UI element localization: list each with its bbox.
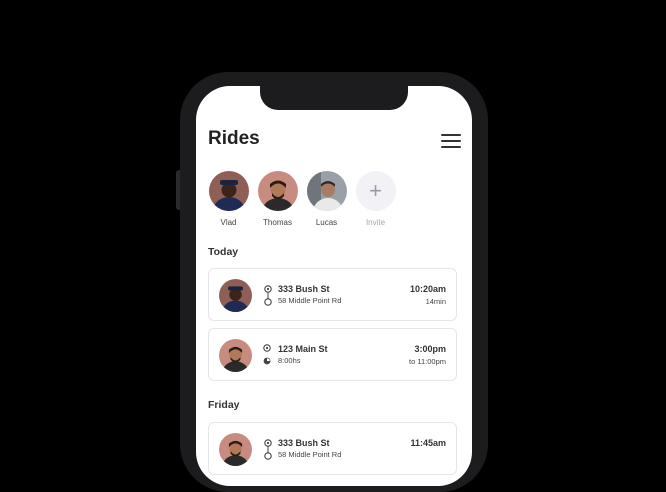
contacts-row: Vlad Thomas Lucas + Invite (208, 171, 396, 227)
route-icon (264, 285, 272, 306)
clock-icon (263, 357, 271, 365)
ride-destination: 58 Middle Point Rd (278, 450, 342, 459)
hamburger-menu-icon[interactable] (441, 134, 461, 148)
page-title: Rides (208, 128, 260, 149)
contact-thomas[interactable]: Thomas (257, 171, 298, 227)
ride-card[interactable]: 333 Bush St 58 Middle Point Rd 11:45am (208, 422, 457, 475)
phone-screen: Rides Vlad Thomas Lucas + Invite Today 3… (196, 86, 472, 486)
plus-icon[interactable]: + (355, 171, 396, 211)
location-icon (263, 344, 271, 352)
ride-duration: 14min (425, 297, 446, 306)
ride-address: 333 Bush St (278, 284, 330, 294)
avatar (306, 171, 347, 211)
ride-card[interactable]: 333 Bush St 58 Middle Point Rd 10:20am 1… (208, 268, 457, 321)
avatar (219, 433, 252, 466)
ride-time: 10:20am (409, 284, 446, 294)
avatar (219, 339, 252, 372)
ride-time: 11:45am (410, 438, 446, 448)
contact-vlad[interactable]: Vlad (208, 171, 249, 227)
section-today: Today (208, 246, 239, 258)
invite-button[interactable]: + Invite (355, 171, 396, 227)
route-icon (264, 439, 272, 460)
section-friday: Friday (208, 399, 240, 411)
ride-address: 333 Bush St (278, 438, 330, 448)
contact-lucas[interactable]: Lucas (306, 171, 347, 227)
ride-destination: 58 Middle Point Rd (278, 296, 342, 305)
avatar (257, 171, 298, 211)
contact-name: Thomas (263, 218, 292, 227)
ride-schedule: 8:00hs (278, 356, 301, 365)
ride-address: 123 Main St (278, 344, 328, 354)
avatar (219, 279, 252, 312)
contact-name: Vlad (220, 218, 237, 227)
ride-card[interactable]: 123 Main St 8:00hs 3:00pm to 11:00pm (208, 328, 457, 381)
ride-time: 3:00pm (414, 344, 446, 354)
ride-end-time: to 11:00pm (409, 357, 446, 366)
phone-notch (260, 80, 408, 110)
avatar (208, 171, 249, 211)
contact-name: Lucas (315, 218, 338, 227)
contact-name: Invite (365, 218, 386, 227)
